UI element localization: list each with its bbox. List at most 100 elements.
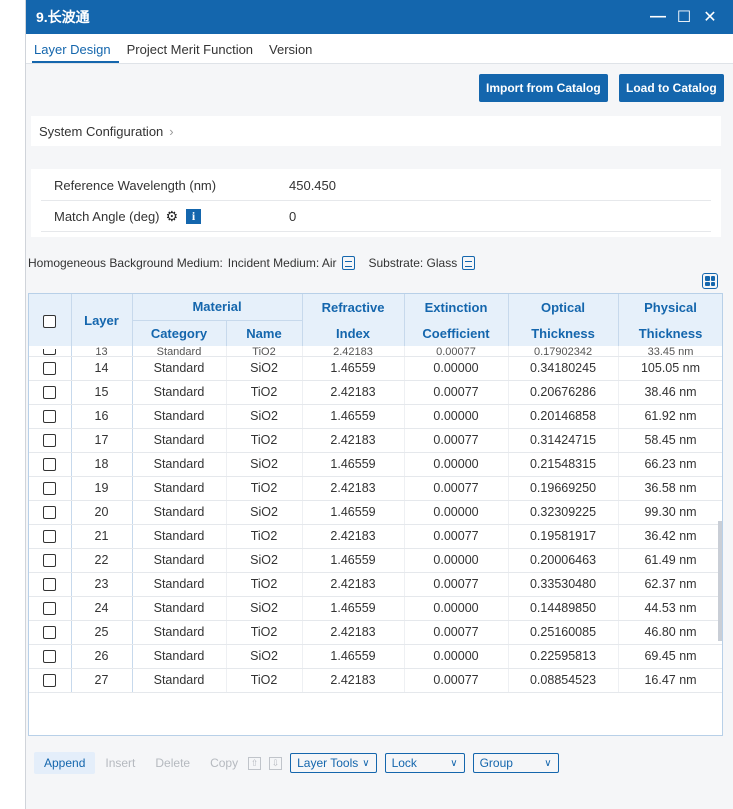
table-row[interactable]: 23 Standard TiO2 2.42183 0.00077 0.33530480 62…	[29, 572, 722, 597]
cell-physical-thickness: 61.92 nm	[618, 404, 722, 429]
cell-category: Standard	[132, 572, 227, 597]
header-name[interactable]: Name	[226, 319, 303, 346]
header-index[interactable]: Index	[302, 320, 405, 346]
row-checkbox-cell	[29, 596, 72, 621]
cell-layer: 20	[71, 500, 133, 525]
cell-name: TiO2	[226, 668, 303, 693]
row-checkbox[interactable]	[43, 602, 57, 616]
cell-refractive-index: 1.46559	[302, 356, 405, 381]
cell-extinction: 0.00000	[404, 452, 509, 477]
maximize-button[interactable]: ☐	[671, 7, 697, 27]
header-layer[interactable]: Layer	[71, 294, 133, 346]
move-down-icon[interactable]: ⇩	[269, 756, 283, 770]
insert-button[interactable]: Insert	[95, 752, 145, 774]
cell-extinction: 0.00000	[404, 644, 509, 669]
row-checkbox[interactable]	[43, 458, 57, 472]
load-to-catalog-button[interactable]: Load to Catalog	[619, 74, 724, 102]
cell-extinction: 0.00077	[404, 476, 509, 501]
row-checkbox[interactable]	[43, 482, 57, 496]
reference-panel: Reference Wavelength (nm) 450.450 Match …	[31, 169, 721, 237]
table-scrollbar[interactable]	[718, 521, 722, 641]
match-angle-row: Match Angle (deg) ⚙ i 0	[41, 202, 711, 232]
row-checkbox[interactable]	[43, 434, 57, 448]
table-row[interactable]: 27 Standard TiO2 2.42183 0.00077 0.08854523 16…	[29, 668, 722, 693]
row-checkbox-cell	[29, 500, 72, 525]
append-button[interactable]: Append	[34, 752, 96, 774]
delete-button[interactable]: Delete	[145, 752, 200, 774]
column-settings-icon[interactable]	[702, 273, 718, 289]
minimize-button[interactable]: —	[645, 8, 671, 26]
row-checkbox[interactable]	[43, 578, 57, 592]
cell-name: SiO2	[226, 500, 303, 525]
table-row-clipped[interactable]: 13 Standard TiO2 2.42183 0.00077 0.17902…	[29, 346, 722, 357]
cell-category: Standard	[132, 524, 227, 549]
row-checkbox[interactable]	[43, 650, 57, 664]
group-dropdown[interactable]: Group ∨	[472, 753, 559, 773]
row-checkbox[interactable]	[43, 348, 57, 355]
import-from-catalog-button[interactable]: Import from Catalog	[479, 74, 608, 102]
cell-category: Standard	[132, 346, 227, 357]
cell-refractive-index: 2.42183	[302, 524, 405, 549]
row-checkbox[interactable]	[43, 506, 57, 520]
header-coefficient[interactable]: Coefficient	[404, 320, 509, 346]
row-checkbox[interactable]	[43, 362, 57, 376]
table-row[interactable]: 24 Standard SiO2 1.46559 0.00000 0.14489850 44…	[29, 596, 722, 621]
tab-layer-design[interactable]: Layer Design	[32, 42, 119, 63]
group-label: Group	[479, 756, 513, 770]
row-checkbox[interactable]	[43, 530, 57, 544]
info-icon[interactable]: i	[186, 209, 202, 224]
reference-wavelength-input[interactable]: 450.450	[279, 178, 336, 193]
table-row[interactable]: 15 Standard TiO2 2.42183 0.00077 0.20676286 38…	[29, 380, 722, 405]
cell-extinction: 0.00000	[404, 500, 509, 525]
tab-version[interactable]: Version	[267, 42, 320, 63]
move-up-icon[interactable]: ⇧	[248, 756, 262, 770]
cell-refractive-index: 1.46559	[302, 548, 405, 573]
row-checkbox[interactable]	[43, 674, 57, 688]
table-row[interactable]: 16 Standard SiO2 1.46559 0.00000 0.20146858 61…	[29, 404, 722, 429]
system-configuration-row[interactable]: System Configuration ›	[31, 116, 721, 146]
match-angle-input[interactable]: 0	[279, 209, 296, 224]
table-row[interactable]: 18 Standard SiO2 1.46559 0.00000 0.21548315 66…	[29, 452, 722, 477]
cell-extinction: 0.00077	[404, 524, 509, 549]
header-extinction: Extinction	[404, 294, 509, 320]
table-row[interactable]: 17 Standard TiO2 2.42183 0.00077 0.31424715 58…	[29, 428, 722, 453]
cell-layer: 16	[71, 404, 133, 429]
edit-incident-medium-icon[interactable]	[341, 256, 355, 270]
copy-button[interactable]: Copy	[200, 752, 248, 774]
table-row[interactable]: 20 Standard SiO2 1.46559 0.00000 0.32309225 99…	[29, 500, 722, 525]
layer-tools-dropdown[interactable]: Layer Tools ∨	[290, 753, 377, 773]
row-checkbox[interactable]	[43, 410, 57, 424]
cell-extinction: 0.00000	[404, 356, 509, 381]
table-row[interactable]: 26 Standard SiO2 1.46559 0.00000 0.22595813 69…	[29, 644, 722, 669]
table-row[interactable]: 21 Standard TiO2 2.42183 0.00077 0.19581917 36…	[29, 524, 722, 549]
cell-layer: 24	[71, 596, 133, 621]
row-checkbox[interactable]	[43, 554, 57, 568]
row-checkbox[interactable]	[43, 626, 57, 640]
tab-project-merit-function[interactable]: Project Merit Function	[125, 42, 261, 63]
table-row[interactable]: 14 Standard SiO2 1.46559 0.00000 0.34180245 10…	[29, 356, 722, 381]
cell-extinction: 0.00077	[404, 380, 509, 405]
lock-dropdown[interactable]: Lock ∨	[384, 753, 465, 773]
chevron-down-icon: ∨	[544, 757, 552, 769]
cell-extinction: 0.00000	[404, 548, 509, 573]
close-button[interactable]: ✕	[697, 7, 723, 27]
header-physical-thickness[interactable]: Thickness	[618, 320, 722, 346]
header-optical-thickness[interactable]: Thickness	[508, 320, 619, 346]
cell-optical-thickness: 0.31424715	[508, 428, 619, 453]
gear-icon[interactable]: ⚙	[166, 208, 179, 225]
cell-refractive-index: 2.42183	[302, 380, 405, 405]
cell-name: SiO2	[226, 356, 303, 381]
table-row[interactable]: 22 Standard SiO2 1.46559 0.00000 0.20006463 61…	[29, 548, 722, 573]
table-row[interactable]: 19 Standard TiO2 2.42183 0.00077 0.19669250 36…	[29, 476, 722, 501]
cell-category: Standard	[132, 500, 227, 525]
edit-substrate-icon[interactable]	[462, 256, 476, 270]
substrate-label: Substrate: Glass	[368, 256, 458, 270]
row-checkbox[interactable]	[43, 386, 57, 400]
header-category[interactable]: Category	[132, 319, 227, 346]
cell-optical-thickness: 0.08854523	[508, 668, 619, 693]
select-all-checkbox[interactable]	[43, 314, 57, 328]
row-checkbox-cell	[29, 668, 72, 693]
cell-name: SiO2	[226, 548, 303, 573]
cell-name: SiO2	[226, 596, 303, 621]
table-row[interactable]: 25 Standard TiO2 2.42183 0.00077 0.25160085 46…	[29, 620, 722, 645]
